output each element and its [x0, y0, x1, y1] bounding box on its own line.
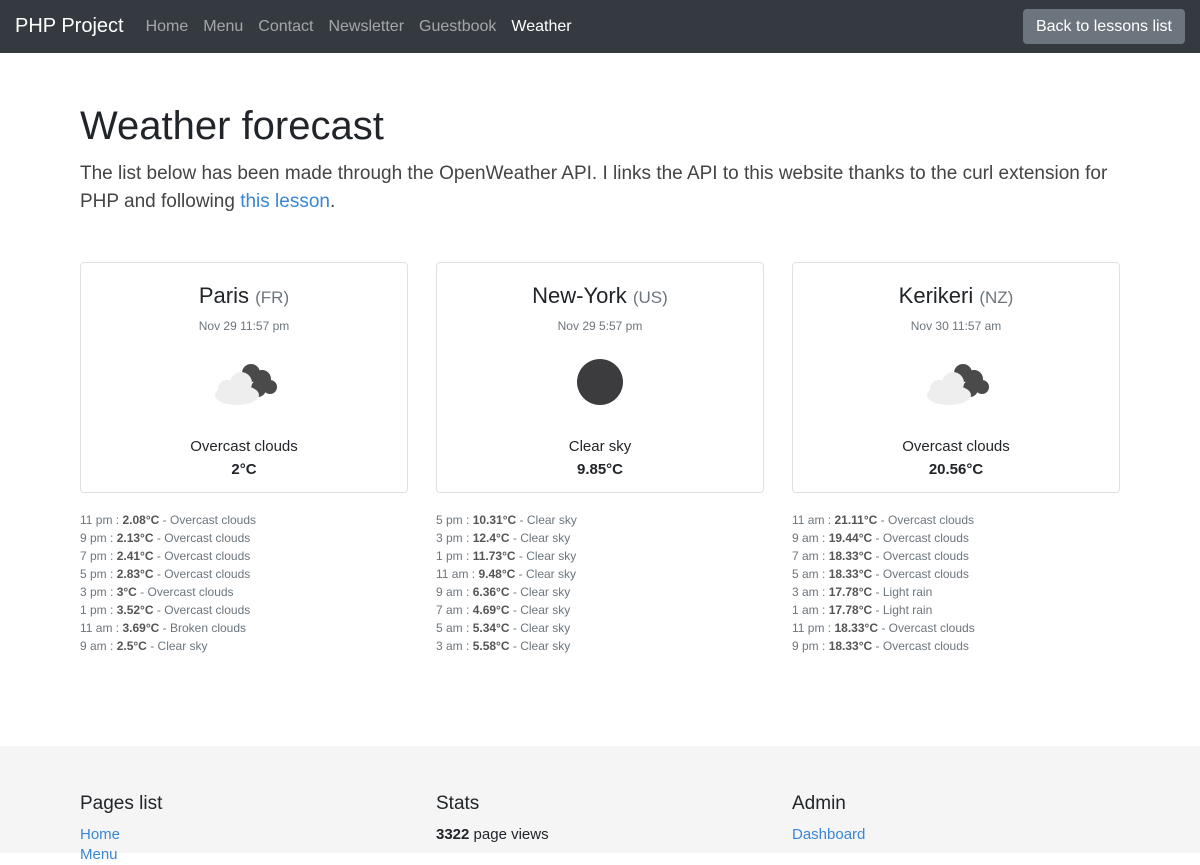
footer-admin-title: Admin: [792, 793, 846, 814]
nav-item-newsletter[interactable]: Newsletter: [328, 18, 404, 36]
footer-pages-list: Pages list Home Menu: [80, 746, 408, 865]
nav-item-guestbook[interactable]: Guestbook: [419, 18, 496, 36]
city-country: (FR): [255, 288, 290, 307]
clear-night-moon-icon: [577, 359, 623, 405]
forecast-item: 9 am : 19.44°C - Overcast clouds: [792, 531, 969, 545]
city-heading: Kerikeri (NZ): [793, 283, 1119, 309]
page-views-stat: 3322 page views: [436, 825, 764, 845]
navbar: PHP Project Home Menu Contact Newsletter…: [0, 0, 1200, 53]
footer-link-dashboard[interactable]: Dashboard: [792, 825, 1120, 845]
city-column-kerikeri: Kerikeri (NZ) Nov 30 11:57 am Overcast c…: [792, 262, 1120, 655]
nav-item-weather[interactable]: Weather: [511, 18, 571, 36]
city-date: Nov 29 11:57 pm: [198, 319, 290, 333]
main-content: Weather forecast The list below has been…: [80, 102, 1120, 655]
footer-stats: Stats 3322 page views: [436, 746, 764, 865]
lead-paragraph: The list below has been made through the…: [80, 160, 1120, 216]
forecast-item: 7 am : 4.69°C - Clear sky: [436, 603, 571, 617]
city-date: Nov 29 5:57 pm: [557, 319, 643, 333]
forecast-list: 5 pm : 10.31°C - Clear sky 3 pm : 12.4°C…: [436, 511, 764, 655]
forecast-item: 11 am : 9.48°C - Clear sky: [436, 567, 576, 581]
forecast-item: 11 am : 3.69°C - Broken clouds: [80, 621, 247, 635]
forecast-item: 11 pm : 2.08°C - Overcast clouds: [80, 513, 257, 527]
forecast-item: 5 pm : 2.83°C - Overcast clouds: [80, 567, 251, 581]
city-heading: Paris (FR): [81, 283, 407, 309]
weather-card-new-york: New-York (US) Nov 29 5:57 pm Clear sky 9…: [436, 262, 764, 493]
forecast-item: 7 am : 18.33°C - Overcast clouds: [792, 549, 969, 563]
forecast-item: 1 pm : 3.52°C - Overcast clouds: [80, 603, 251, 617]
overcast-clouds-icon: [215, 364, 277, 405]
city-date: Nov 30 11:57 am: [910, 319, 1002, 333]
weather-description: Overcast clouds: [902, 438, 1010, 455]
forecast-list: 11 pm : 2.08°C - Overcast clouds 9 pm : …: [80, 511, 408, 655]
forecast-item: 9 am : 6.36°C - Clear sky: [436, 585, 571, 599]
overcast-clouds-icon: [927, 364, 989, 405]
page-views-count: 3322: [436, 826, 470, 843]
forecast-item: 5 am : 5.34°C - Clear sky: [436, 621, 571, 635]
weather-cards: Paris (FR) Nov 29 11:57 pm Overcast clou…: [80, 262, 1120, 655]
city-country: (US): [632, 288, 668, 307]
nav-item-contact[interactable]: Contact: [258, 18, 313, 36]
weather-temperature: 2°C: [231, 461, 257, 478]
forecast-item: 3 pm : 12.4°C - Clear sky: [436, 531, 571, 545]
footer-link-home[interactable]: Home: [80, 825, 408, 845]
forecast-item: 9 pm : 18.33°C - Overcast clouds: [792, 639, 969, 653]
forecast-list: 11 am : 21.11°C - Overcast clouds 9 am :…: [792, 511, 1120, 655]
city-country: (NZ): [979, 288, 1014, 307]
forecast-item: 3 am : 5.58°C - Clear sky: [436, 639, 571, 653]
city-heading: New-York (US): [437, 283, 763, 309]
nav-item-menu[interactable]: Menu: [203, 18, 243, 36]
weather-description: Clear sky: [568, 438, 632, 455]
lesson-link[interactable]: this lesson: [240, 191, 330, 212]
city-name: Kerikeri: [898, 283, 974, 308]
footer-stats-title: Stats: [436, 793, 480, 814]
forecast-item: 1 am : 17.78°C - Light rain: [792, 603, 933, 617]
back-to-lessons-button[interactable]: Back to lessons list: [1022, 9, 1185, 44]
lead-end: .: [329, 191, 336, 212]
forecast-item: 11 pm : 18.33°C - Overcast clouds: [792, 621, 975, 635]
footer-link-menu[interactable]: Menu: [80, 845, 408, 865]
weather-description: Overcast clouds: [190, 438, 298, 455]
forecast-item: 5 am : 18.33°C - Overcast clouds: [792, 567, 969, 581]
footer-admin: Admin Dashboard: [792, 746, 1120, 865]
footer-pages-title: Pages list: [80, 793, 163, 814]
nav-item-home[interactable]: Home: [146, 18, 189, 36]
weather-temperature: 9.85°C: [576, 461, 624, 478]
brand-link[interactable]: PHP Project: [15, 15, 124, 38]
forecast-item: 3 pm : 3°C - Overcast clouds: [80, 585, 234, 599]
forecast-item: 9 pm : 2.13°C - Overcast clouds: [80, 531, 251, 545]
city-name: Paris: [198, 283, 249, 308]
city-column-new-york: New-York (US) Nov 29 5:57 pm Clear sky 9…: [436, 262, 764, 655]
forecast-item: 3 am : 17.78°C - Light rain: [792, 585, 933, 599]
page-title: Weather forecast: [80, 104, 384, 148]
city-column-paris: Paris (FR) Nov 29 11:57 pm Overcast clou…: [80, 262, 408, 655]
city-name: New-York: [532, 283, 627, 308]
weather-card-kerikeri: Kerikeri (NZ) Nov 30 11:57 am Overcast c…: [792, 262, 1120, 493]
footer: Pages list Home Menu Stats 3322 page vie…: [0, 746, 1200, 863]
forecast-item: 1 pm : 11.73°C - Clear sky: [436, 549, 577, 563]
page-views-suffix: page views: [469, 826, 549, 843]
weather-temperature: 20.56°C: [928, 461, 984, 478]
weather-card-paris: Paris (FR) Nov 29 11:57 pm Overcast clou…: [80, 262, 408, 493]
forecast-item: 5 pm : 10.31°C - Clear sky: [436, 513, 577, 527]
lead-text: The list below has been made through the…: [80, 163, 1108, 212]
forecast-item: 9 am : 2.5°C - Clear sky: [80, 639, 208, 653]
forecast-item: 7 pm : 2.41°C - Overcast clouds: [80, 549, 251, 563]
forecast-item: 11 am : 21.11°C - Overcast clouds: [792, 513, 975, 527]
